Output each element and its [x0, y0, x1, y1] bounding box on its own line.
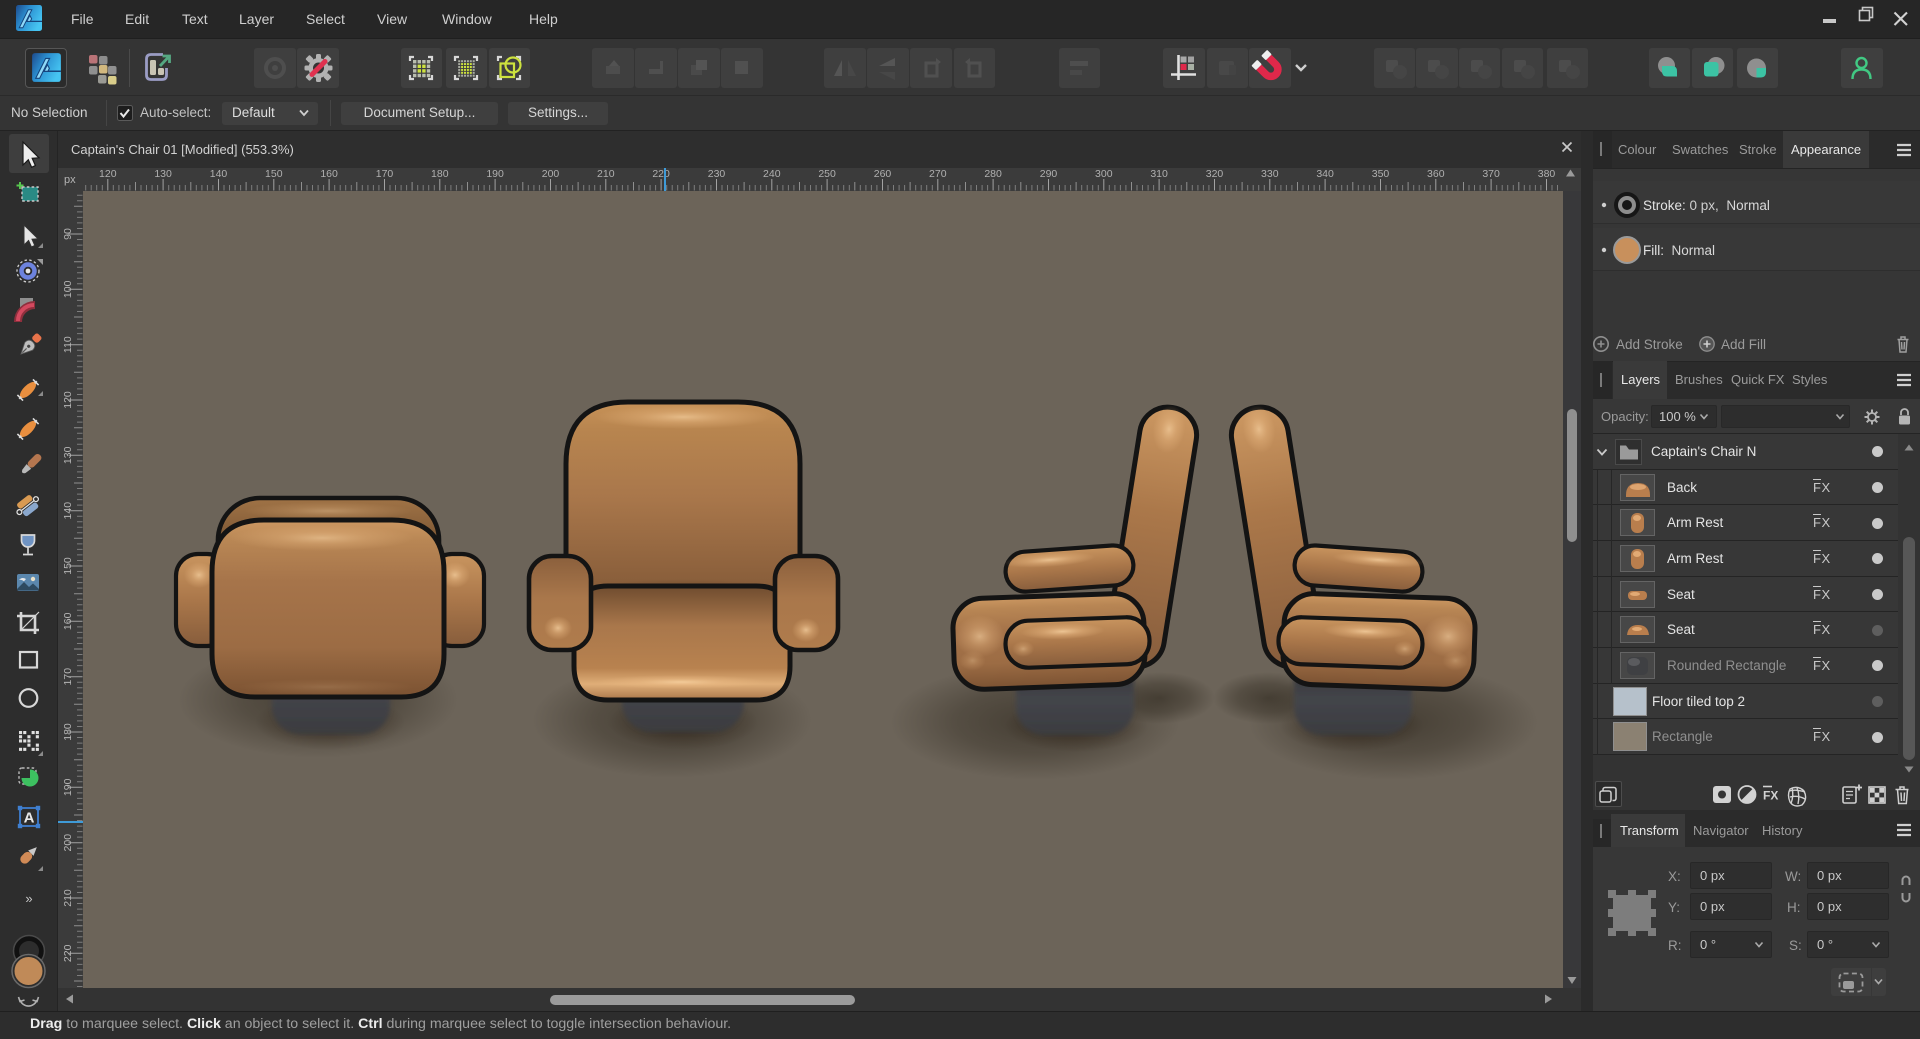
svg-text:200: 200 — [542, 168, 560, 180]
svg-text:280: 280 — [984, 168, 1002, 180]
svg-text:260: 260 — [874, 168, 892, 180]
svg-text:110: 110 — [62, 336, 74, 353]
svg-text:160: 160 — [320, 168, 338, 180]
svg-text:170: 170 — [376, 168, 394, 180]
svg-text:320: 320 — [1206, 168, 1224, 180]
svg-text:180: 180 — [431, 168, 449, 180]
svg-text:140: 140 — [210, 168, 228, 180]
svg-text:130: 130 — [62, 446, 74, 464]
svg-text:190: 190 — [62, 778, 74, 796]
svg-text:250: 250 — [818, 168, 836, 180]
svg-text:120: 120 — [62, 391, 74, 409]
svg-text:A: A — [24, 810, 35, 827]
svg-text:220: 220 — [652, 168, 670, 180]
svg-text:300: 300 — [1095, 168, 1113, 180]
svg-text:350: 350 — [1372, 168, 1390, 180]
svg-text:330: 330 — [1261, 168, 1279, 180]
svg-text:100: 100 — [62, 280, 74, 298]
svg-text:290: 290 — [1040, 168, 1058, 180]
svg-text:160: 160 — [62, 612, 74, 630]
svg-text:FX: FX — [1763, 789, 1778, 803]
svg-text:150: 150 — [265, 168, 283, 180]
svg-text:230: 230 — [708, 168, 726, 180]
svg-text:190: 190 — [486, 168, 504, 180]
svg-text:140: 140 — [62, 502, 74, 520]
svg-text:170: 170 — [62, 668, 74, 686]
svg-text:130: 130 — [154, 168, 172, 180]
svg-text:270: 270 — [929, 168, 947, 180]
svg-text:310: 310 — [1150, 168, 1168, 180]
svg-text:380: 380 — [1538, 168, 1556, 180]
svg-text:150: 150 — [62, 557, 74, 575]
svg-text:370: 370 — [1482, 168, 1500, 180]
svg-text:200: 200 — [62, 834, 74, 852]
svg-text:120: 120 — [99, 168, 117, 180]
svg-text:»: » — [25, 891, 32, 906]
svg-text:210: 210 — [597, 168, 615, 180]
svg-text:220: 220 — [62, 944, 74, 962]
svg-text:90: 90 — [62, 228, 74, 240]
svg-text:340: 340 — [1316, 168, 1334, 180]
svg-text:240: 240 — [763, 168, 781, 180]
svg-text:210: 210 — [62, 889, 74, 907]
svg-text:360: 360 — [1427, 168, 1445, 180]
svg-text:180: 180 — [62, 723, 74, 741]
